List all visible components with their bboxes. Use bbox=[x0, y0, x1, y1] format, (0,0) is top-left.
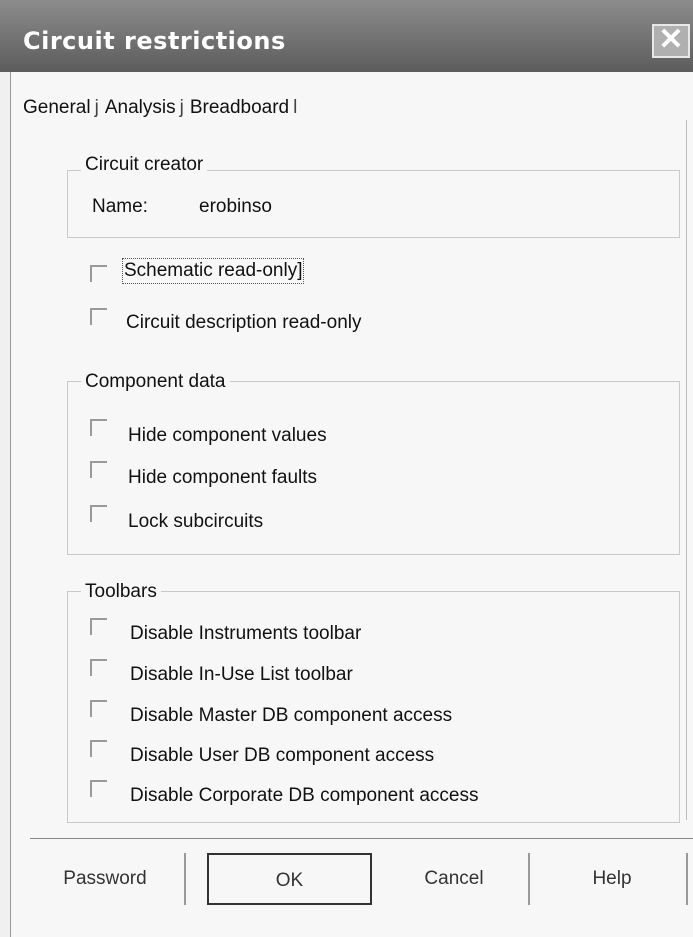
disable-instruments-label[interactable]: Disable Instruments toolbar bbox=[130, 623, 361, 645]
cancel-button[interactable]: Cancel bbox=[380, 853, 530, 905]
tab-strip: General j Analysis j Breadboard l bbox=[23, 97, 303, 119]
disable-corporate-db-label[interactable]: Disable Corporate DB component access bbox=[130, 785, 479, 807]
schematic-readonly-label[interactable]: Schematic read-only] bbox=[121, 258, 305, 284]
window-title: Circuit restrictions bbox=[23, 27, 286, 55]
close-icon[interactable]: ✕ bbox=[652, 24, 690, 58]
disable-inuse-checkbox[interactable] bbox=[90, 659, 107, 676]
toolbars-legend: Toolbars bbox=[81, 581, 161, 603]
tab-general[interactable]: General bbox=[23, 97, 91, 119]
tab-separator: j bbox=[179, 97, 184, 118]
disable-user-db-checkbox[interactable] bbox=[90, 740, 107, 757]
hide-values-label[interactable]: Hide component values bbox=[128, 425, 327, 447]
disable-master-db-checkbox[interactable] bbox=[90, 700, 107, 717]
schematic-readonly-checkbox[interactable] bbox=[90, 265, 107, 282]
tab-separator: j bbox=[94, 97, 99, 118]
description-readonly-label[interactable]: Circuit description read-only bbox=[126, 312, 362, 334]
lock-subcircuits-label[interactable]: Lock subcircuits bbox=[128, 511, 263, 533]
disable-corporate-db-checkbox[interactable] bbox=[90, 780, 107, 797]
title-bar: Circuit restrictions ✕ bbox=[0, 0, 693, 72]
disable-user-db-label[interactable]: Disable User DB component access bbox=[130, 745, 434, 767]
description-readonly-checkbox[interactable] bbox=[90, 308, 107, 325]
disable-instruments-checkbox[interactable] bbox=[90, 618, 107, 635]
creator-name-value: erobinso bbox=[199, 196, 272, 217]
component-data-legend: Component data bbox=[81, 371, 230, 393]
tab-breadboard[interactable]: Breadboard bbox=[190, 97, 289, 119]
circuit-creator-legend: Circuit creator bbox=[81, 154, 208, 176]
ok-button[interactable]: OK bbox=[207, 853, 372, 905]
circuit-restrictions-dialog: Circuit restrictions ✕ General j Analysis j… bbox=[0, 0, 693, 937]
help-button[interactable]: Help bbox=[538, 853, 688, 905]
disable-master-db-label[interactable]: Disable Master DB component access bbox=[130, 705, 452, 727]
lock-subcircuits-checkbox[interactable] bbox=[90, 505, 107, 522]
circuit-creator-group bbox=[67, 170, 680, 238]
creator-name-label: Name: bbox=[92, 196, 148, 217]
hide-faults-label[interactable]: Hide component faults bbox=[128, 467, 317, 489]
disable-inuse-label[interactable]: Disable In-Use List toolbar bbox=[130, 664, 353, 686]
hide-values-checkbox[interactable] bbox=[90, 419, 107, 436]
tab-analysis[interactable]: Analysis bbox=[105, 97, 176, 119]
tab-separator: l bbox=[293, 97, 298, 118]
hide-faults-checkbox[interactable] bbox=[90, 461, 107, 478]
password-button[interactable]: Password bbox=[26, 853, 186, 905]
tab-panel-border bbox=[686, 120, 687, 820]
button-divider bbox=[30, 838, 693, 839]
